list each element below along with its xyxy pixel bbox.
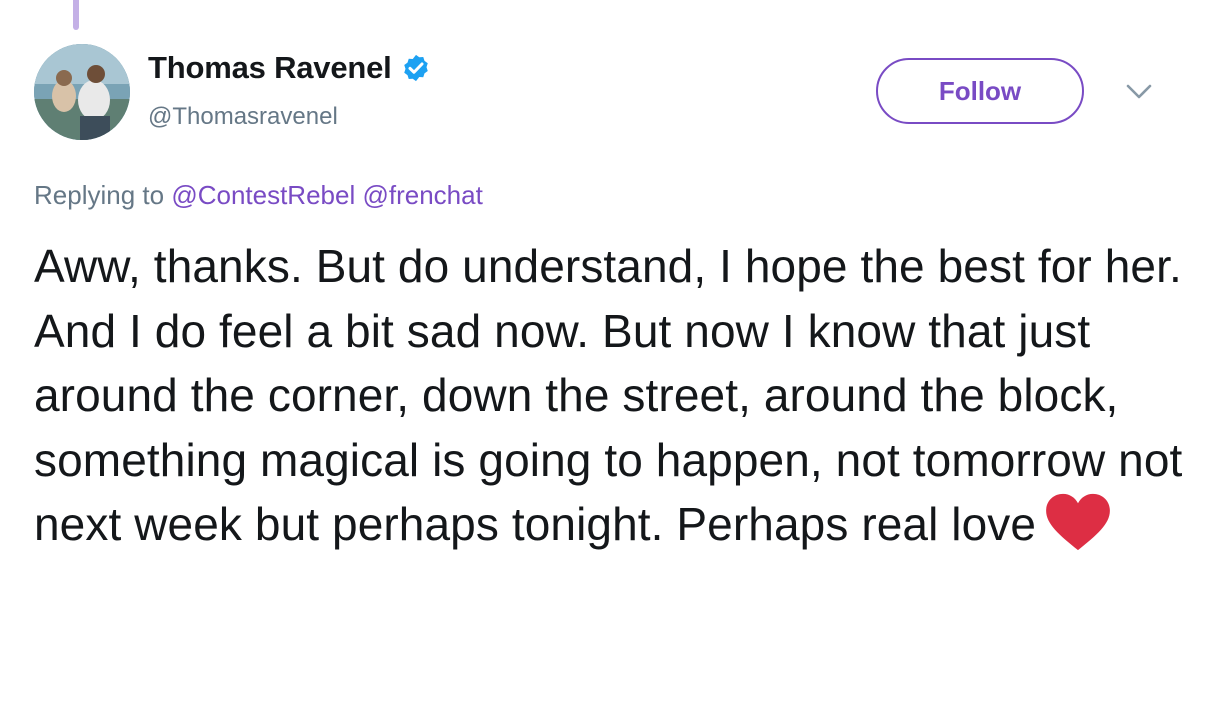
thread-connector-line [73,0,79,30]
follow-button[interactable]: Follow [876,58,1084,124]
replying-to-label: Replying to [34,180,165,210]
avatar[interactable] [34,44,130,140]
tweet-body: Aww, thanks. But do understand, I hope t… [34,240,1183,550]
red-heart-icon [1046,493,1110,551]
profile-photo-icon [34,44,130,140]
replying-to: Replying to @ContestRebel @frenchat [34,180,483,211]
mention-link[interactable]: @ContestRebel [171,180,355,210]
tweet-text: Aww, thanks. But do understand, I hope t… [34,234,1194,557]
author-handle[interactable]: @Thomasravenel [148,103,338,131]
author-display-name[interactable]: Thomas Ravenel [148,50,392,86]
author-name-row: Thomas Ravenel [148,50,431,86]
chevron-down-icon[interactable] [1124,82,1154,102]
mention-link[interactable]: @frenchat [362,180,482,210]
verified-badge-icon [403,54,428,82]
